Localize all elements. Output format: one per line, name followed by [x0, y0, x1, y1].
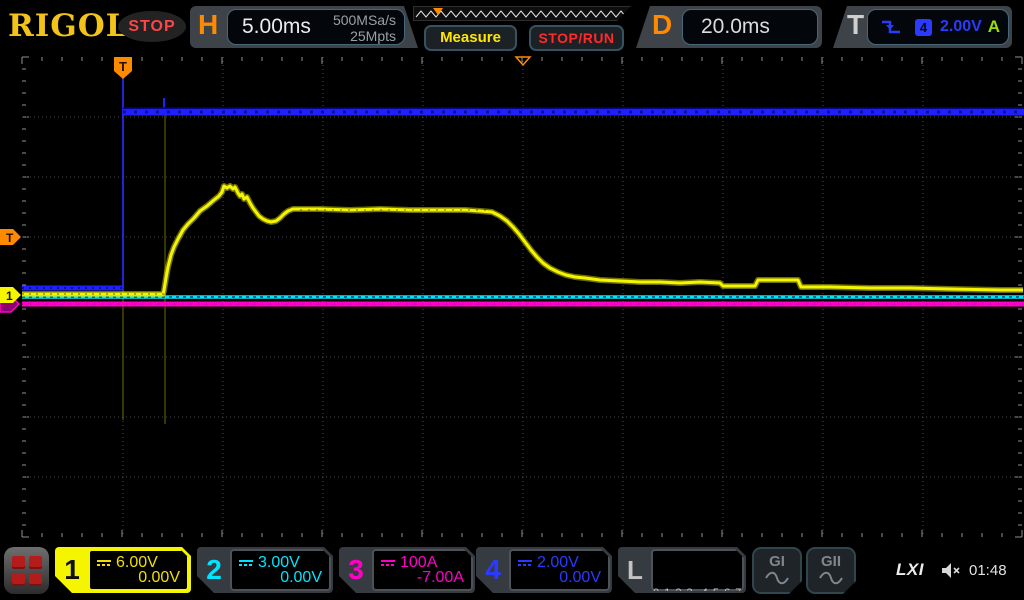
dc-coupling-icon — [518, 560, 532, 566]
memory-depth: 25Mpts — [350, 28, 396, 44]
generator-2-label: GII — [820, 553, 841, 570]
trigger-source-badge: 4 — [915, 19, 932, 36]
acquisition-info: 500MSa/s 25Mpts — [333, 12, 396, 44]
clock: 01:48 — [969, 562, 1007, 579]
sine-wave-icon — [818, 571, 844, 585]
svg-text:T: T — [119, 59, 127, 74]
menu-grid-icon — [11, 555, 42, 586]
sample-rate: 500MSa/s — [332, 12, 396, 28]
channel-4-readout: 2.00V 0.00V — [509, 549, 610, 591]
trigger-label: T — [847, 9, 865, 40]
measure-button[interactable]: Measure — [424, 25, 517, 51]
bottom-bar: 1 6.00V 0.00V 2 3.00V 0.00V 3 100A -7.00… — [0, 545, 1024, 600]
menu-button[interactable] — [4, 547, 49, 594]
timebase-value: 5.00ms — [242, 15, 311, 38]
channel-2-number: 2 — [206, 554, 222, 585]
channel-4-offset: 0.00V — [559, 569, 601, 586]
digital-row-1: 0 1 2 3 4 5 6 7 — [653, 587, 743, 599]
horizontal-group[interactable]: H 5.00ms 500MSa/s 25Mpts — [190, 6, 418, 48]
dc-coupling-icon — [381, 560, 395, 566]
generator-1-label: GI — [769, 553, 785, 570]
rigol-logo: RIGOL — [8, 8, 129, 44]
lxi-badge: LXI — [896, 560, 924, 579]
waveform-position-zigzag — [414, 7, 630, 20]
channel-3-offset: -7.00A — [416, 569, 464, 586]
logic-analyzer-button[interactable]: L 0 1 2 3 4 5 6 7 8 9 1011 12131415 — [618, 547, 746, 593]
channel-1-button[interactable]: 1 6.00V 0.00V — [55, 547, 191, 593]
sound-muted-icon — [942, 563, 960, 578]
delay-value: 20.0ms — [701, 15, 770, 38]
channel-4-button[interactable]: 4 2.00V 0.00V — [476, 547, 612, 593]
top-bar: RIGOL STOP H 5.00ms 500MSa/s 25Mpts Meas… — [0, 0, 1024, 53]
channel-4-number: 4 — [485, 554, 501, 585]
digital-channels-readout: 0 1 2 3 4 5 6 7 8 9 1011 12131415 — [651, 549, 744, 591]
oscilloscope-screen: RIGOL STOP H 5.00ms 500MSa/s 25Mpts Meas… — [0, 0, 1024, 600]
trigger-box[interactable]: 4 2.00V A — [867, 9, 1009, 45]
channel-2-offset: 0.00V — [280, 569, 322, 586]
delay-box[interactable]: 20.0ms — [682, 9, 818, 45]
horizontal-box[interactable]: 5.00ms 500MSa/s 25Mpts — [227, 9, 405, 45]
channel-1-readout: 6.00V 0.00V — [88, 549, 189, 591]
scope-graticule: T T 1 — [0, 56, 1024, 538]
channel-3-readout: 100A -7.00A — [372, 549, 473, 591]
channel-1-number: 1 — [64, 554, 80, 585]
run-state-badge: STOP — [118, 11, 186, 42]
delay-group[interactable]: D 20.0ms — [636, 6, 822, 48]
trigger-mode-auto: A — [987, 17, 1000, 36]
waveform-display: T T 1 — [0, 53, 1024, 545]
channel-3-button[interactable]: 3 100A -7.00A — [339, 547, 475, 593]
channel-3-number: 3 — [348, 554, 364, 585]
svg-text:T: T — [6, 231, 14, 245]
waveform-position-bar[interactable] — [413, 6, 631, 21]
trigger-level-value: 2.00V — [940, 18, 982, 35]
channel-2-button[interactable]: 2 3.00V 0.00V — [197, 547, 333, 593]
sine-wave-icon — [764, 571, 790, 585]
trigger-group[interactable]: T 4 2.00V A — [833, 6, 1012, 48]
horizontal-label: H — [198, 9, 219, 40]
svg-text:1: 1 — [6, 289, 13, 303]
generator-2-button[interactable]: GII — [806, 547, 856, 594]
logic-analyzer-label: L — [627, 555, 643, 585]
stop-run-button[interactable]: STOP/RUN — [529, 25, 624, 51]
channel-2-readout: 3.00V 0.00V — [230, 549, 331, 591]
delay-label: D — [652, 9, 673, 40]
falling-edge-icon — [882, 20, 900, 34]
channel-1-offset: 0.00V — [138, 569, 180, 586]
dc-coupling-icon — [97, 560, 111, 566]
generator-1-button[interactable]: GI — [752, 547, 802, 594]
dc-coupling-icon — [239, 560, 253, 566]
